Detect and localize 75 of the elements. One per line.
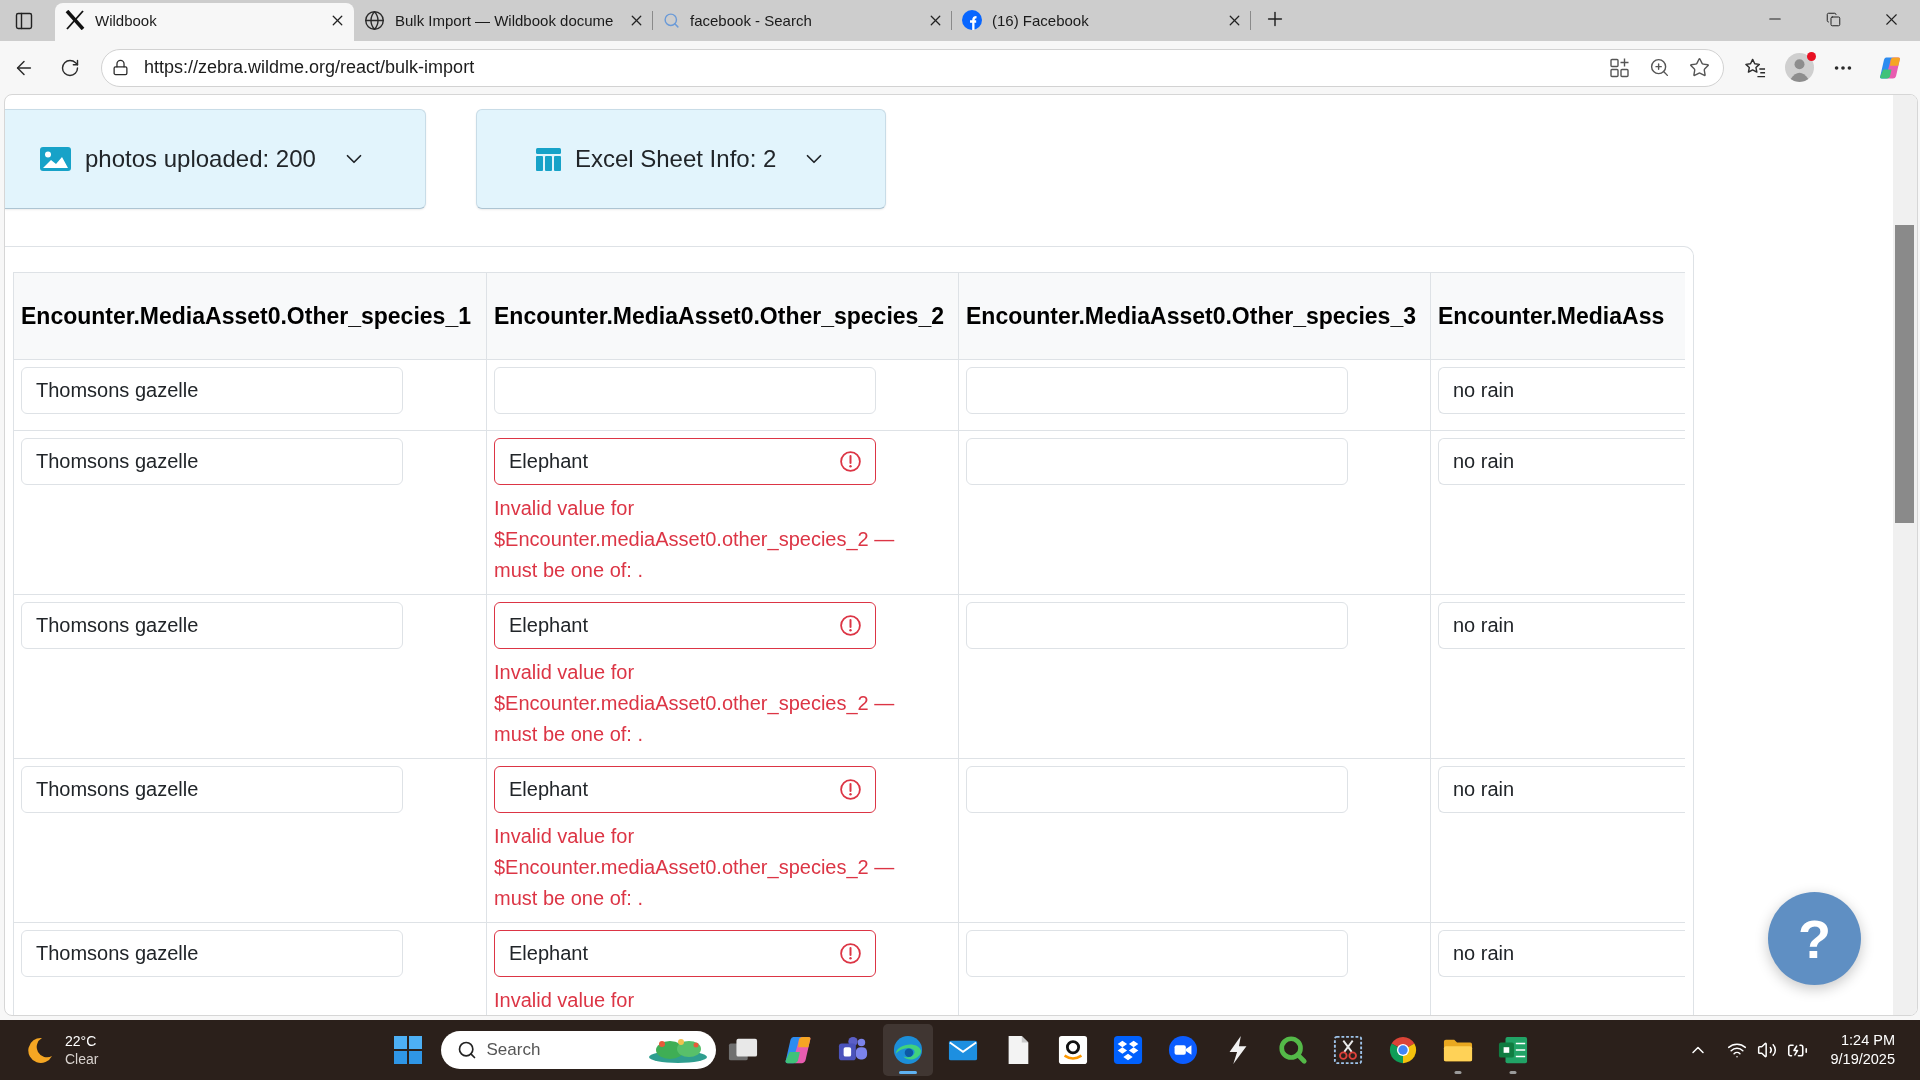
scissors-icon[interactable] — [1332, 1035, 1363, 1065]
text-field[interactable]: Elephant — [494, 602, 876, 649]
error-message: Invalid value for $Encounter.mediaAsset0.other_species_2 — must be one of: . — [494, 824, 896, 911]
wave-logo-icon[interactable] — [892, 1035, 923, 1065]
scrollbar-thumb[interactable] — [1895, 225, 1914, 523]
restore-icon[interactable] — [1825, 11, 1841, 27]
moon-icon[interactable] — [27, 1037, 53, 1063]
exclamation-icon — [840, 779, 861, 800]
address-field[interactable]: https://zebra.wildme.org/react/bulk-import — [101, 48, 1724, 87]
sidebar-icon[interactable] — [14, 10, 34, 31]
text-field[interactable]: Thomsons gazelle — [21, 930, 403, 977]
text-field[interactable]: Thomsons gazelle — [21, 367, 403, 414]
scenery-icon — [647, 1036, 708, 1064]
text-field[interactable] — [966, 438, 1348, 485]
browser-tab[interactable]: Wildbook — [55, 3, 354, 41]
browser-tab[interactable]: facebook - Search — [653, 3, 952, 41]
text-field[interactable]: no rain — [1438, 766, 1685, 813]
cross-logo-icon — [65, 10, 85, 30]
tri-color-ring-icon[interactable] — [1387, 1035, 1418, 1065]
browser-tab[interactable]: Bulk Import — Wildbook docume — [354, 3, 653, 41]
taskbar-button[interactable] — [882, 1024, 933, 1076]
search-icon — [663, 11, 680, 29]
reload-icon[interactable] — [60, 57, 80, 78]
text-field[interactable]: Elephant — [494, 438, 876, 485]
text-field[interactable] — [966, 367, 1348, 414]
image-icon — [40, 147, 71, 171]
weather-condition: Clear — [65, 1050, 99, 1068]
star-list-icon[interactable] — [1744, 57, 1766, 78]
search-field[interactable]: Search — [440, 1031, 716, 1069]
error-message: Invalid value for — [494, 988, 636, 1013]
error-message: Invalid value for $Encounter.mediaAsset0.other_species_2 — must be one of: . — [494, 660, 896, 747]
column-header: Encounter.MediaAss — [1430, 272, 1685, 360]
start-icon[interactable] — [393, 1036, 422, 1064]
smile-tile-icon[interactable] — [1057, 1035, 1088, 1065]
error-message: Invalid value for $Encounter.mediaAsset0.other_species_2 — must be one of: . — [494, 496, 896, 583]
text-field[interactable]: Elephant — [494, 930, 876, 977]
column-header: Encounter.MediaAsset0.Other_species_1 — [13, 272, 487, 360]
text-field[interactable]: Thomsons gazelle — [21, 766, 403, 813]
exclamation-icon — [840, 451, 861, 472]
ring-logo-icon[interactable] — [1277, 1035, 1308, 1065]
browser-tab[interactable]: (16) Facebook — [952, 3, 1251, 41]
text-field[interactable] — [966, 766, 1348, 813]
diamonds-tile-icon[interactable] — [1112, 1035, 1143, 1065]
camera-circle-icon[interactable] — [1167, 1035, 1198, 1065]
accordion-toggle[interactable]: Excel Sheet Info: 2 — [475, 109, 887, 209]
volume-icon[interactable] — [1757, 1040, 1778, 1060]
text-field[interactable]: Elephant — [494, 766, 876, 813]
text-field[interactable]: Thomsons gazelle — [21, 438, 403, 485]
lock-icon[interactable] — [112, 59, 129, 76]
text-field[interactable]: no rain — [1438, 438, 1685, 485]
table-icon — [535, 147, 561, 171]
search-icon — [456, 1040, 477, 1060]
clock-date: 9/19/2025 — [1830, 1050, 1895, 1069]
round-logo-icon — [962, 10, 982, 30]
zoom-in-icon[interactable] — [1649, 57, 1670, 78]
weather-temperature: 22°C — [65, 1032, 98, 1050]
text-field[interactable]: Thomsons gazelle — [21, 602, 403, 649]
exclamation-icon — [840, 943, 861, 964]
avatar-icon[interactable] — [1784, 53, 1814, 82]
text-field[interactable] — [966, 930, 1348, 977]
text-field[interactable]: no rain — [1438, 930, 1685, 977]
clock-time: 1:24 PM — [1841, 1031, 1895, 1050]
text-field[interactable] — [966, 602, 1348, 649]
text-field[interactable]: no rain — [1438, 602, 1685, 649]
globe-icon — [364, 9, 385, 31]
column-header: Encounter.MediaAsset0.Other_species_3 — [958, 272, 1431, 360]
exclamation-icon — [840, 615, 861, 636]
star-icon[interactable] — [1689, 57, 1710, 78]
grid-plus-icon[interactable] — [1610, 57, 1630, 78]
accordion-toggle[interactable]: photos uploaded: 200 — [5, 109, 426, 209]
wifi-icon[interactable] — [1727, 1040, 1748, 1060]
text-field[interactable] — [494, 367, 876, 414]
column-header: Encounter.MediaAsset0.Other_species_2 — [486, 272, 959, 360]
spreadsheet-icon[interactable] — [1497, 1035, 1528, 1065]
text-field[interactable]: no rain — [1438, 367, 1685, 414]
